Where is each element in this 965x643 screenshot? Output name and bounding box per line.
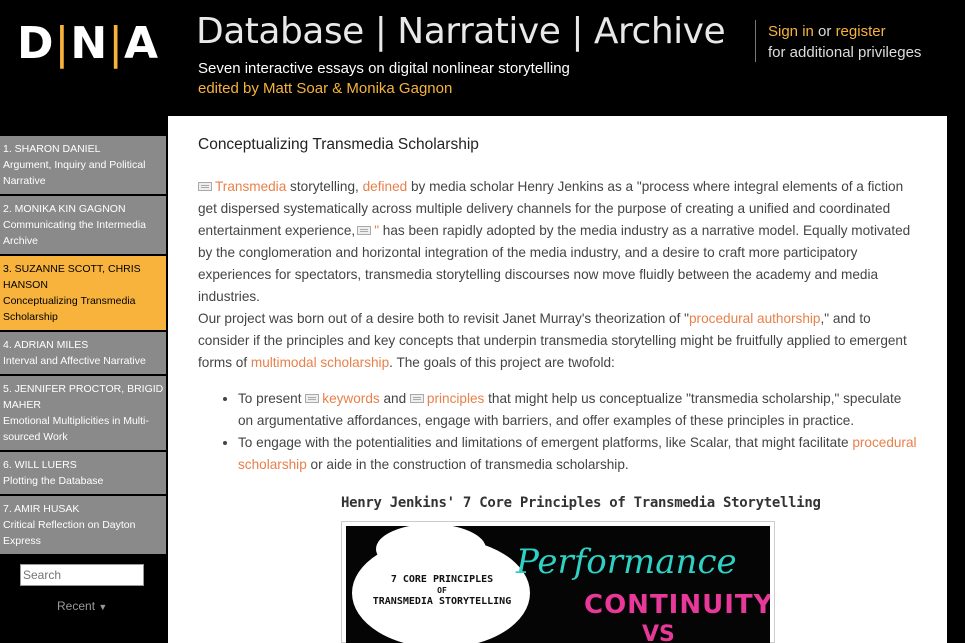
sidebar-item-chapter-1[interactable]: 1. SHARON DANIEL Argument, Inquiry and P… [0, 136, 166, 194]
cloud-shape [376, 526, 486, 574]
page-scrollbar[interactable] [947, 116, 965, 643]
vs-word: VS [642, 622, 675, 643]
list-text: To engage with the potentialities and li… [238, 435, 853, 450]
link-defined[interactable]: defined [363, 179, 408, 194]
page-link-icon [198, 182, 212, 191]
chapter-title: Conceptualizing Transmedia Scholarship [3, 295, 136, 323]
figure-caption: Henry Jenkins' 7 Core Principles of Tran… [341, 495, 821, 511]
list-item: To engage with the potentialities and li… [238, 432, 918, 476]
chapter-sidebar: 1. SHARON DANIEL Argument, Inquiry and P… [0, 116, 168, 643]
logo-separator: | [54, 18, 70, 69]
sidebar-item-chapter-4[interactable]: 4. ADRIAN MILES Interval and Affective N… [0, 332, 166, 374]
link-procedural-authorship[interactable]: procedural authorship [689, 311, 821, 326]
paragraph-text: Our project was born out of a desire bot… [198, 311, 689, 326]
sidebar-item-chapter-3[interactable]: 3. SUZANNE SCOTT, CHRIS HANSON Conceptua… [0, 256, 166, 330]
performance-word: Performance [516, 542, 737, 582]
cloud-text-line: 7 CORE PRINCIPLES [390, 574, 494, 585]
chapter-author: 1. SHARON DANIEL [3, 143, 101, 155]
chapter-author: 3. SUZANNE SCOTT, CHRIS HANSON [3, 263, 141, 291]
chapter-author: 7. AMIR HUSAK [3, 503, 80, 515]
chapter-title: Interval and Affective Narrative [3, 355, 146, 367]
auth-divider [755, 20, 756, 62]
sidebar-item-chapter-7[interactable]: 7. AMIR HUSAK Critical Reflection on Day… [0, 496, 166, 554]
sidebar-item-chapter-2[interactable]: 2. MONIKA KIN GAGNON Communicating the I… [0, 196, 166, 254]
chevron-down-icon: ▼ [98, 602, 108, 612]
search-input[interactable] [20, 564, 144, 586]
auth-privileges-text: for additional privileges [768, 44, 922, 61]
auth-block: Sign in or register for additional privi… [768, 21, 921, 63]
paragraph-text: storytelling, [286, 179, 363, 194]
goals-list: To present keywords and principles that … [238, 388, 918, 476]
paragraph-text: . The goals of this project are twofold: [389, 355, 615, 370]
logo-letter-n: N [70, 18, 108, 69]
list-item: To present keywords and principles that … [238, 388, 918, 432]
auth-or-text: or [818, 23, 832, 40]
link-principles[interactable]: principles [427, 391, 484, 406]
page-link-icon [409, 394, 424, 403]
chapter-author: 5. JENNIFER PROCTOR, BRIGID MAHER [3, 383, 164, 411]
chapter-title: Critical Reflection on Dayton Express [3, 519, 136, 547]
chapter-title: Argument, Inquiry and Political Narrativ… [3, 159, 146, 187]
cloud-text-line: TRANSMEDIA STORYTELLING [372, 596, 512, 607]
chapter-title: Emotional Multiplicities in Multi-source… [3, 415, 149, 443]
register-link[interactable]: register [836, 23, 886, 40]
page-title: Conceptualizing Transmedia Scholarship [198, 136, 479, 153]
principles-image-canvas: 7 CORE PRINCIPLES OF TRANSMEDIA STORYTEL… [346, 526, 770, 643]
link-transmedia[interactable]: Transmedia [215, 179, 286, 194]
sidebar-item-chapter-6[interactable]: 6. WILL LUERS Plotting the Database [0, 452, 166, 494]
chapter-author: 6. WILL LUERS [3, 459, 77, 471]
main-content: Conceptualizing Transmedia Scholarship T… [168, 116, 947, 643]
principles-image[interactable]: 7 CORE PRINCIPLES OF TRANSMEDIA STORYTEL… [341, 521, 775, 643]
site-subtitle: Seven interactive essays on digital nonl… [198, 60, 570, 77]
cloud-text-line: OF [437, 586, 447, 595]
logo-letter-d: D [17, 18, 54, 69]
chapter-author: 2. MONIKA KIN GAGNON [3, 203, 126, 215]
list-text: and [379, 391, 410, 406]
list-text: To present [238, 391, 306, 406]
sidebar-item-chapter-5[interactable]: 5. JENNIFER PROCTOR, BRIGID MAHER Emotio… [0, 376, 166, 450]
cloud-text: 7 CORE PRINCIPLES OF TRANSMEDIA STORYTEL… [362, 574, 522, 607]
site-header: D|N|A Database | Narrative | Archive Sev… [0, 0, 965, 116]
recent-dropdown[interactable]: Recent ▼ [57, 599, 107, 613]
page-link-icon [357, 226, 372, 235]
chapter-title: Communicating the Intermedia Archive [3, 219, 146, 247]
recent-label: Recent [57, 599, 96, 613]
continuity-word: CONTINUITY [584, 590, 770, 620]
site-logo[interactable]: D|N|A [17, 18, 158, 69]
site-editors: edited by Matt Soar & Monika Gagnon [198, 80, 453, 97]
logo-letter-a: A [124, 18, 159, 69]
site-title[interactable]: Database | Narrative | Archive [196, 11, 726, 52]
goals-paragraph: Our project was born out of a desire bot… [198, 308, 913, 374]
link-keywords[interactable]: keywords [322, 391, 379, 406]
sign-in-link[interactable]: Sign in [768, 23, 814, 40]
list-text: or aide in the construction of transmedi… [306, 457, 629, 472]
intro-paragraph: Transmedia storytelling, defined by medi… [198, 176, 913, 308]
logo-separator: | [108, 18, 124, 69]
chapter-title: Plotting the Database [3, 475, 104, 487]
link-multimodal-scholarship[interactable]: multimodal scholarship [251, 355, 389, 370]
page-link-icon [305, 394, 320, 403]
chapter-author: 4. ADRIAN MILES [3, 339, 89, 351]
